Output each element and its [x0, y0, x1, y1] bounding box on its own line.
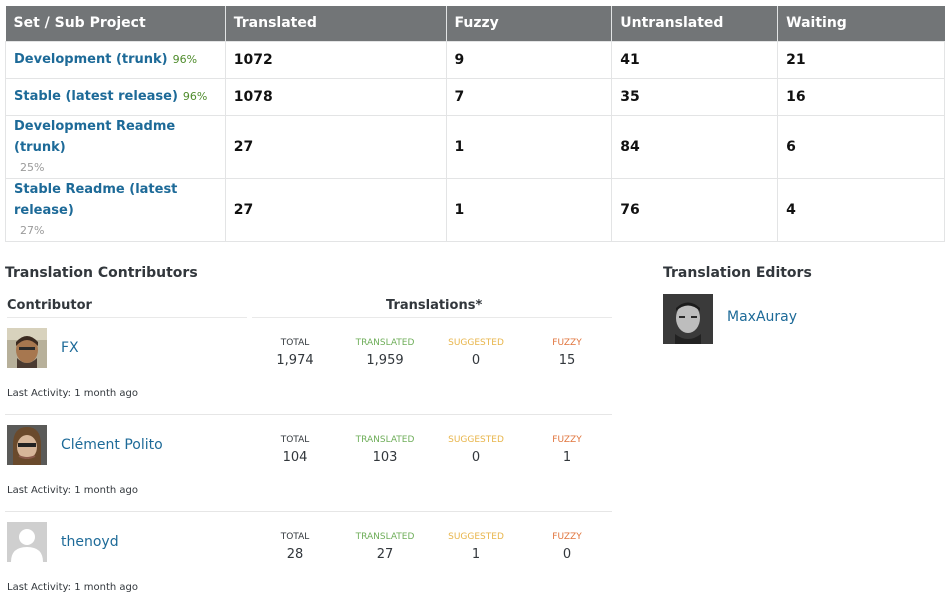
header-set-sub-project[interactable]: Set / Sub Project	[5, 6, 226, 41]
translated-count-link[interactable]: 27	[224, 177, 447, 242]
fuzzy-stat: Fuzzy 1	[527, 434, 607, 468]
contributor-name-link[interactable]: Clément Polito	[61, 437, 163, 453]
waiting-count-link[interactable]: 21	[777, 40, 945, 79]
table-row: Stable (latest release) 96% 1078 7 35 16	[5, 77, 945, 116]
total-stat: Total 104	[255, 434, 335, 468]
fuzzy-stat: Fuzzy 0	[527, 531, 607, 565]
fuzzy-count-link[interactable]: 1	[445, 114, 613, 179]
suggested-value: 0	[471, 450, 481, 465]
suggested-value: 0	[471, 353, 481, 368]
fuzzy-count-link[interactable]: 1	[445, 177, 613, 242]
contributor-row: FX Total 1,974 Translated 1,959 Suggeste…	[5, 318, 612, 415]
project-name-cell: Development Readme (trunk) 25%	[5, 114, 226, 179]
default-avatar-icon	[7, 522, 47, 562]
percent-badge: 25%	[20, 160, 45, 174]
header-fuzzy[interactable]: Fuzzy	[446, 6, 613, 41]
waiting-count-link[interactable]: 6	[777, 114, 945, 179]
fuzzy-label: Fuzzy	[552, 532, 582, 542]
translated-stat: Translated 27	[345, 531, 425, 565]
avatar[interactable]	[663, 294, 713, 344]
fuzzy-label: Fuzzy	[552, 338, 582, 348]
fuzzy-value: 15	[558, 353, 576, 368]
total-label: Total	[280, 435, 310, 445]
percent-badge: 96%	[182, 90, 208, 103]
translated-label: Translated	[355, 338, 415, 348]
waiting-count-link[interactable]: 16	[777, 77, 945, 116]
translated-count-link[interactable]: 1072	[224, 40, 447, 79]
last-activity: Last Activity: 1 month ago	[7, 388, 138, 399]
translated-stat: Translated 103	[345, 434, 425, 468]
table-row: Development Readme (trunk) 25% 27 1 84 6	[5, 114, 945, 179]
suggested-stat: Suggested 0	[436, 434, 516, 468]
translated-count-link[interactable]: 1078	[224, 77, 447, 116]
avatar[interactable]	[7, 522, 47, 562]
fuzzy-value: 0	[562, 547, 572, 562]
translated-value: 103	[372, 450, 398, 465]
suggested-label: Suggested	[448, 435, 504, 445]
untranslated-count-link[interactable]: 35	[611, 77, 779, 116]
fuzzy-label: Fuzzy	[552, 435, 582, 445]
total-value: 104	[282, 450, 308, 465]
project-link[interactable]: Stable (latest release)	[14, 89, 178, 104]
contributor-row: thenoyd Total 28 Translated 27 Suggested…	[5, 512, 612, 609]
header-untranslated[interactable]: Untranslated	[611, 6, 779, 41]
percent-badge: 96%	[172, 53, 198, 66]
project-link[interactable]: Stable Readme (latest release)	[14, 182, 177, 218]
suggested-value: 1	[471, 547, 481, 562]
project-link[interactable]: Development Readme (trunk)	[14, 119, 175, 155]
total-stat: Total 1,974	[255, 337, 335, 371]
editors-heading: Translation Editors	[663, 265, 812, 281]
fuzzy-value: 1	[562, 450, 572, 465]
avatar[interactable]	[7, 328, 47, 368]
total-value: 28	[286, 547, 304, 562]
project-link[interactable]: Development (trunk)	[14, 52, 168, 67]
translated-count-link[interactable]: 27	[224, 114, 447, 179]
editor-name-link[interactable]: MaxAuray	[727, 309, 797, 325]
translated-label: Translated	[355, 435, 415, 445]
table-row: Stable Readme (latest release) 27% 27 1 7…	[5, 177, 945, 242]
fuzzy-count-link[interactable]: 9	[445, 40, 613, 79]
untranslated-count-link[interactable]: 41	[611, 40, 779, 79]
translated-value: 1,959	[366, 353, 404, 368]
translated-value: 27	[376, 547, 394, 562]
project-name-cell: Stable Readme (latest release) 27%	[5, 177, 226, 242]
untranslated-count-link[interactable]: 76	[611, 177, 779, 242]
contributors-heading: Translation Contributors	[5, 265, 198, 281]
header-translated[interactable]: Translated	[225, 6, 447, 41]
translated-label: Translated	[355, 532, 415, 542]
translated-stat: Translated 1,959	[345, 337, 425, 371]
avatar[interactable]	[7, 425, 47, 465]
suggested-label: Suggested	[448, 532, 504, 542]
suggested-stat: Suggested 0	[436, 337, 516, 371]
last-activity: Last Activity: 1 month ago	[7, 485, 138, 496]
translations-column-header: Translations*	[386, 298, 483, 313]
contributor-name-link[interactable]: FX	[61, 340, 79, 356]
total-stat: Total 28	[255, 531, 335, 565]
fuzzy-stat: Fuzzy 15	[527, 337, 607, 371]
project-stats-table: Set / Sub Project Translated Fuzzy Untra…	[5, 6, 945, 242]
total-label: Total	[280, 532, 310, 542]
contributor-row: Clément Polito Total 104 Translated 103 …	[5, 415, 612, 512]
table-header-row: Set / Sub Project Translated Fuzzy Untra…	[5, 6, 945, 41]
total-label: Total	[280, 338, 310, 348]
fuzzy-count-link[interactable]: 7	[445, 77, 613, 116]
last-activity: Last Activity: 1 month ago	[7, 582, 138, 593]
total-value: 1,974	[276, 353, 314, 368]
project-name-cell: Stable (latest release) 96%	[5, 77, 226, 116]
contributor-name-link[interactable]: thenoyd	[61, 534, 119, 550]
suggested-stat: Suggested 1	[436, 531, 516, 565]
contributor-column-header: Contributor	[7, 298, 92, 313]
percent-badge: 27%	[20, 223, 45, 237]
table-row: Development (trunk) 96% 1072 9 41 21	[5, 40, 945, 79]
project-name-cell: Development (trunk) 96%	[5, 40, 226, 79]
header-waiting[interactable]: Waiting	[777, 6, 945, 41]
suggested-label: Suggested	[448, 338, 504, 348]
untranslated-count-link[interactable]: 84	[611, 114, 779, 179]
waiting-count-link[interactable]: 4	[777, 177, 945, 242]
